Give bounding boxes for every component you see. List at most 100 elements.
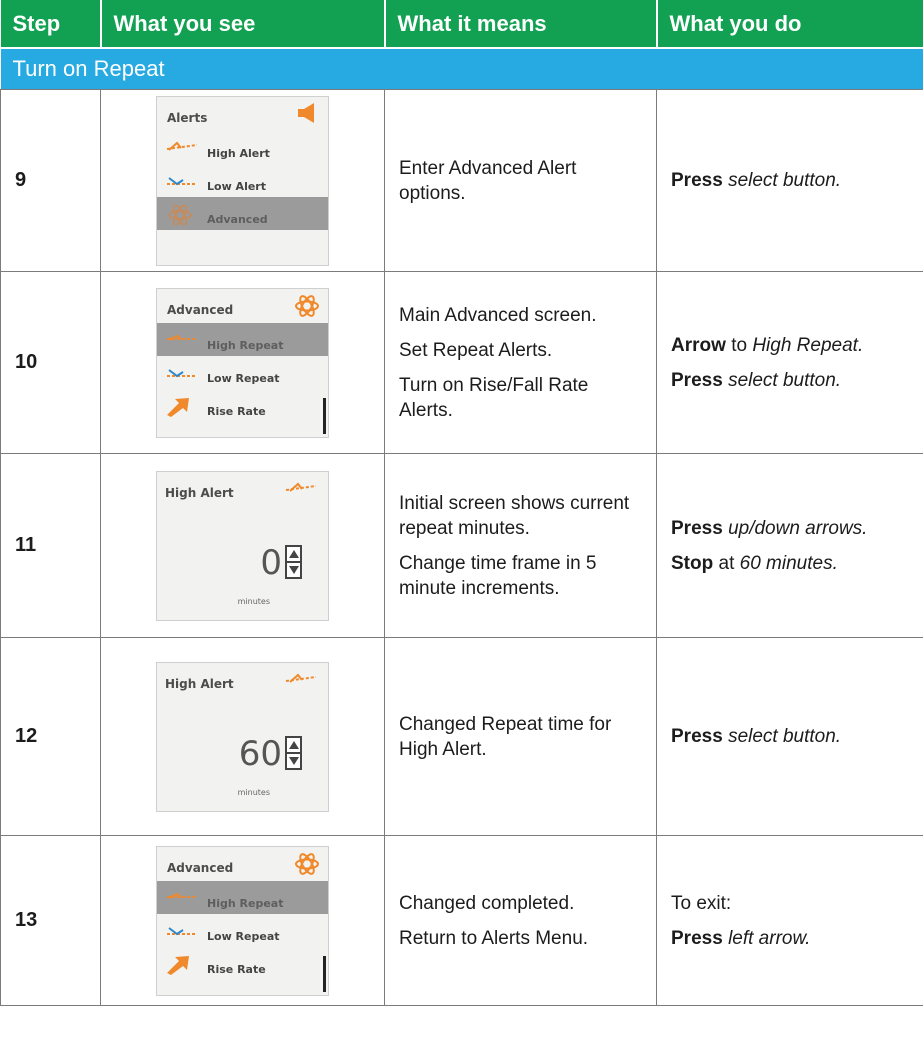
table-row: 13 Advanced High Repeat Low Repeat Rise … — [0, 835, 923, 1006]
do-target: select button. — [728, 726, 842, 747]
up-down-stepper-icon — [285, 544, 302, 579]
device-screen: Advanced High Repeat Low Repeat Rise Rat… — [156, 287, 329, 438]
header-row: Step What you see What it means What you… — [0, 0, 923, 48]
do-verb: Press — [671, 517, 723, 539]
do-verb: Press — [671, 369, 723, 391]
speaker-icon — [296, 102, 320, 131]
means-cell: Main Advanced screen. Set Repeat Alerts.… — [384, 271, 657, 454]
do-cell: Press select button. — [656, 637, 923, 836]
table-row: 11 High Alert 0 minutes Initial screen s… — [0, 453, 923, 638]
step-number: 9 — [0, 89, 101, 272]
menu-item-rise-rate: Rise Rate — [157, 947, 328, 980]
header-step: Step — [0, 0, 102, 48]
do-verb: Arrow — [671, 334, 726, 356]
value-unit: minutes — [237, 596, 270, 606]
step-number: 13 — [0, 835, 101, 1006]
do-preposition: to — [731, 334, 748, 356]
high-alert-icon — [284, 669, 318, 694]
section-title: Turn on Repeat — [0, 47, 923, 90]
do-target: left arrow. — [728, 927, 811, 949]
do-text: To exit: — [671, 892, 732, 914]
do-verb: Press — [671, 170, 723, 191]
do-cell: Arrow to High Repeat. Press select butto… — [656, 271, 923, 454]
do-target: up/down arrows. — [728, 517, 868, 539]
screen-title: High Alert — [165, 485, 234, 500]
menu-item-low-repeat: Low Repeat — [157, 356, 328, 389]
step-number: 12 — [0, 637, 101, 836]
menu-item-high-repeat: High Repeat — [157, 880, 328, 914]
menu-item-label: Low Alert — [207, 179, 266, 193]
repeat-value: 0 — [260, 542, 282, 583]
up-down-stepper-icon — [285, 735, 302, 770]
menu-item-label: High Repeat — [207, 338, 284, 352]
step-number: 11 — [0, 453, 101, 638]
means-cell: Changed Repeat time for High Alert. — [384, 637, 657, 836]
do-verb: Stop — [671, 552, 714, 574]
do-target: High Repeat. — [752, 334, 864, 356]
menu-item-advanced: Advanced — [157, 196, 328, 230]
low-repeat-icon — [165, 364, 199, 389]
low-alert-icon — [165, 172, 199, 197]
do-text: Press select button. — [671, 168, 909, 193]
section-row: Turn on Repeat — [0, 47, 923, 90]
menu-item-label: High Repeat — [207, 896, 284, 910]
screen-title: High Alert — [165, 676, 234, 691]
do-text: Press left arrow. — [671, 926, 909, 951]
device-screen: Advanced High Repeat Low Repeat Rise Rat… — [156, 845, 329, 996]
table-row: 12 High Alert 60 minutes Changed Repeat … — [0, 637, 923, 836]
instruction-table: Step What you see What it means What you… — [0, 0, 923, 1006]
header-what-you-do: What you do — [656, 0, 923, 48]
do-text: Press select button. — [671, 368, 909, 393]
do-cell: Press up/down arrows. Stop at 60 minutes… — [656, 453, 923, 638]
menu-item-low-repeat: Low Repeat — [157, 914, 328, 947]
repeat-value: 60 — [238, 733, 282, 774]
device-screen: High Alert 60 minutes — [156, 661, 329, 812]
screen-cell: Alerts High Alert Low Alert Advanced — [100, 89, 385, 272]
means-text: Enter Advanced Alert options. — [399, 157, 577, 204]
table-row: 10 Advanced High Repeat Low Repeat Rise … — [0, 271, 923, 454]
means-text: Main Advanced screen. — [399, 304, 597, 326]
do-target: 60 minutes. — [739, 552, 838, 574]
do-target: select button. — [728, 369, 842, 391]
do-text: Press select button. — [671, 724, 909, 749]
screen-cell: Advanced High Repeat Low Repeat Rise Rat… — [100, 835, 385, 1006]
means-cell: Changed completed. Return to Alerts Menu… — [384, 835, 657, 1006]
high-repeat-icon — [165, 331, 199, 356]
menu-item-label: Low Repeat — [207, 929, 280, 943]
means-text: Change time frame in 5 minute increments… — [399, 552, 597, 599]
header-what-you-see: What you see — [100, 0, 386, 48]
menu-item-rise-rate: Rise Rate — [157, 389, 328, 422]
do-verb: Press — [671, 927, 723, 949]
do-target: select button. — [728, 170, 842, 191]
means-text: Return to Alerts Menu. — [399, 927, 589, 949]
means-text: Changed Repeat time for High Alert. — [399, 713, 612, 760]
do-cell: Press select button. — [656, 89, 923, 272]
do-preposition: at — [718, 552, 735, 574]
step-number: 10 — [0, 271, 101, 454]
means-text: Changed completed. — [399, 892, 575, 914]
high-alert-icon — [165, 139, 199, 164]
scrollbar — [323, 955, 326, 992]
do-text: Press up/down arrows. — [671, 516, 909, 541]
means-text: Initial screen shows current repeat minu… — [399, 492, 630, 539]
do-verb: Press — [671, 726, 723, 747]
high-alert-icon — [284, 478, 318, 503]
means-text: Set Repeat Alerts. — [399, 339, 553, 361]
screen-cell: Advanced High Repeat Low Repeat Rise Rat… — [100, 271, 385, 454]
do-text: Stop at 60 minutes. — [671, 551, 909, 576]
device-screen: Alerts High Alert Low Alert Advanced — [156, 95, 329, 266]
high-repeat-icon — [165, 889, 199, 914]
rise-rate-arrow-icon — [165, 397, 191, 426]
header-what-it-means: What it means — [384, 0, 658, 48]
screen-title: Advanced — [167, 302, 234, 317]
screen-cell: High Alert 0 minutes — [100, 453, 385, 638]
device-screen: High Alert 0 minutes — [156, 470, 329, 621]
rise-rate-arrow-icon — [165, 955, 191, 984]
screen-cell: High Alert 60 minutes — [100, 637, 385, 836]
do-cell: To exit: Press left arrow. — [656, 835, 923, 1006]
means-cell: Initial screen shows current repeat minu… — [384, 453, 657, 638]
means-cell: Enter Advanced Alert options. — [384, 89, 657, 272]
atom-icon — [294, 294, 320, 325]
screen-title: Advanced — [167, 860, 234, 875]
menu-item-label: High Alert — [207, 146, 270, 160]
